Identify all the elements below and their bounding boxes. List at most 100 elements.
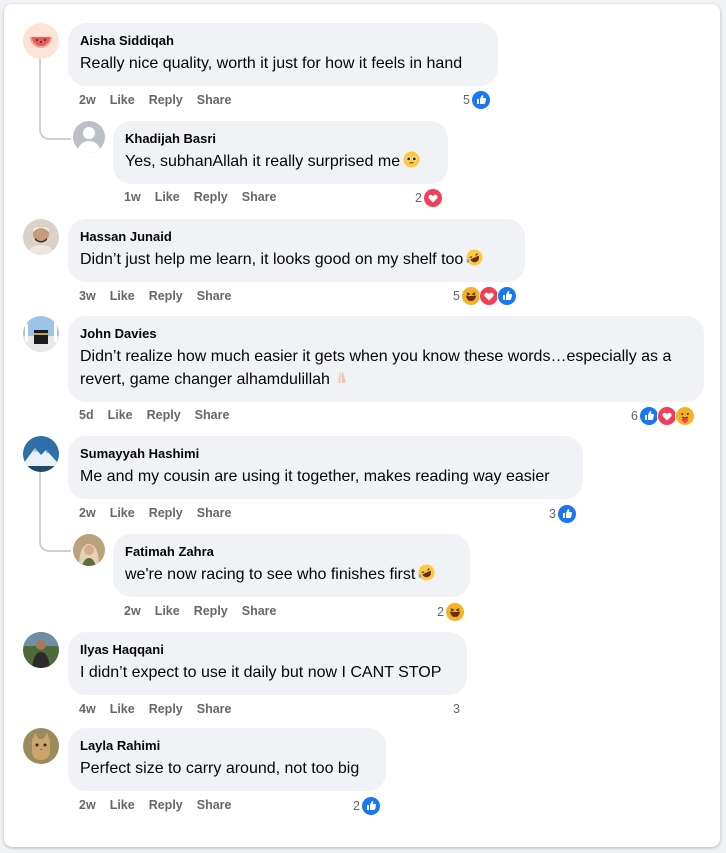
comment-bubble: Khadijah Basri Yes, subhanAllah it reall… [113,121,448,184]
timestamp[interactable]: 2w [79,93,96,107]
man-avatar[interactable] [23,219,59,255]
comment-bubble: Aisha Siddiqah Really nice quality, wort… [68,23,498,86]
share-button[interactable]: Share [197,289,232,303]
reply-button[interactable]: Reply [149,93,183,107]
mountain-avatar[interactable] [23,436,59,472]
timestamp[interactable]: 3w [79,289,96,303]
share-button[interactable]: Share [242,190,277,204]
kaaba-avatar[interactable] [23,316,59,352]
comment-bubble: Sumayyah Hashimi Me and my cousin are us… [68,436,583,499]
timestamp[interactable]: 2w [124,604,141,618]
pleading-face-emoji [403,151,420,168]
reply-button[interactable]: Reply [149,289,183,303]
reactions-count: 6 [631,409,638,423]
reply-button[interactable]: Reply [147,408,181,422]
comment-actions: 2w Like Reply Share [124,604,277,618]
care-icon [674,406,695,426]
comment-bubble: John Davies Didn’t realize how much easi… [68,316,704,402]
reactions-count: 2 [353,799,360,813]
comment-text: I didn’t expect to use it daily but now … [80,664,442,681]
rofl-emoji [466,249,483,266]
like-icon [638,406,659,426]
reactions-summary[interactable]: 3 [453,702,463,716]
comment-text-content: we're now racing to see who finishes fir… [125,566,416,583]
reactions-count: 3 [549,507,556,521]
reactions-summary[interactable]: 6 [631,406,695,426]
like-button[interactable]: Like [108,408,133,422]
man-outdoor-avatar[interactable] [23,632,59,668]
timestamp[interactable]: 2w [79,506,96,520]
author-name[interactable]: Fatimah Zahra [125,543,458,560]
reactions-summary[interactable]: 2 [353,796,381,816]
reactions-count: 2 [437,605,444,619]
comment-actions: 2w Like Reply Share [79,506,232,520]
reply-thread-line [39,470,71,552]
like-button[interactable]: Like [110,93,135,107]
comment-actions: 4w Like Reply Share [79,702,232,716]
comment-text: Me and my cousin are using it together, … [80,468,550,485]
share-button[interactable]: Share [195,408,230,422]
author-name[interactable]: Aisha Siddiqah [80,32,486,49]
reply-thread-line [39,58,71,140]
haha-icon [444,602,465,622]
comment-text: Really nice quality, worth it just for h… [80,55,463,72]
praying-hands-emoji [333,369,350,386]
like-button[interactable]: Like [155,190,180,204]
love-icon [656,406,677,426]
comment-bubble: Layla Rahimi Perfect size to carry aroun… [68,728,386,791]
comment-actions: 2w Like Reply Share [79,798,232,812]
reply-button[interactable]: Reply [149,506,183,520]
reactions-count: 5 [453,289,460,303]
reply-button[interactable]: Reply [149,702,183,716]
share-button[interactable]: Share [197,702,232,716]
author-name[interactable]: Khadijah Basri [125,130,436,147]
author-name[interactable]: Sumayyah Hashimi [80,445,571,462]
cat-avatar[interactable] [23,728,59,764]
reactions-summary[interactable]: 2 [415,188,443,208]
reply-button[interactable]: Reply [194,604,228,618]
like-button[interactable]: Like [110,289,135,303]
timestamp[interactable]: 5d [79,408,94,422]
timestamp[interactable]: 1w [124,190,141,204]
reply-button[interactable]: Reply [194,190,228,204]
comment-bubble: Hassan Junaid Didn’t just help me learn,… [68,219,525,282]
share-button[interactable]: Share [197,798,232,812]
share-button[interactable]: Share [197,506,232,520]
timestamp[interactable]: 4w [79,702,96,716]
comment-bubble: Ilyas Haqqani I didn’t expect to use it … [68,632,467,695]
like-icon [360,796,381,816]
comment-text: Yes, subhanAllah it really surprised me [125,150,436,173]
comment-text: we're now racing to see who finishes fir… [125,563,458,586]
share-button[interactable]: Share [197,93,232,107]
comment-text: Perfect size to carry around, not too bi… [80,760,360,777]
share-button[interactable]: Share [242,604,277,618]
reactions-summary[interactable]: 2 [437,602,465,622]
author-name[interactable]: Layla Rahimi [80,737,374,754]
rofl-emoji [418,564,435,581]
reactions-count: 2 [415,191,422,205]
like-icon [470,90,491,110]
comment-bubble: Fatimah Zahra we're now racing to see wh… [113,534,470,597]
like-button[interactable]: Like [110,702,135,716]
reactions-summary[interactable]: 5 [453,286,517,306]
comment-text: Didn’t just help me learn, it looks good… [80,248,513,271]
reactions-count: 3 [453,702,460,716]
reactions-summary[interactable]: 3 [549,504,577,524]
like-button[interactable]: Like [155,604,180,618]
default-avatar[interactable] [73,121,105,153]
author-name[interactable]: John Davies [80,325,692,342]
like-button[interactable]: Like [110,506,135,520]
timestamp[interactable]: 2w [79,798,96,812]
author-name[interactable]: Hassan Junaid [80,228,513,245]
comment-actions: 1w Like Reply Share [124,190,277,204]
woman-avatar[interactable] [73,534,105,566]
reply-button[interactable]: Reply [149,798,183,812]
reactions-summary[interactable]: 5 [463,90,491,110]
like-button[interactable]: Like [110,798,135,812]
comment-actions: 2w Like Reply Share [79,93,232,107]
comment-text-content: Didn’t realize how much easier it gets w… [80,348,672,388]
author-name[interactable]: Ilyas Haqqani [80,641,455,658]
watermelon-avatar[interactable] [23,23,59,59]
haha-icon [460,286,481,306]
comment-actions: 3w Like Reply Share [79,289,232,303]
